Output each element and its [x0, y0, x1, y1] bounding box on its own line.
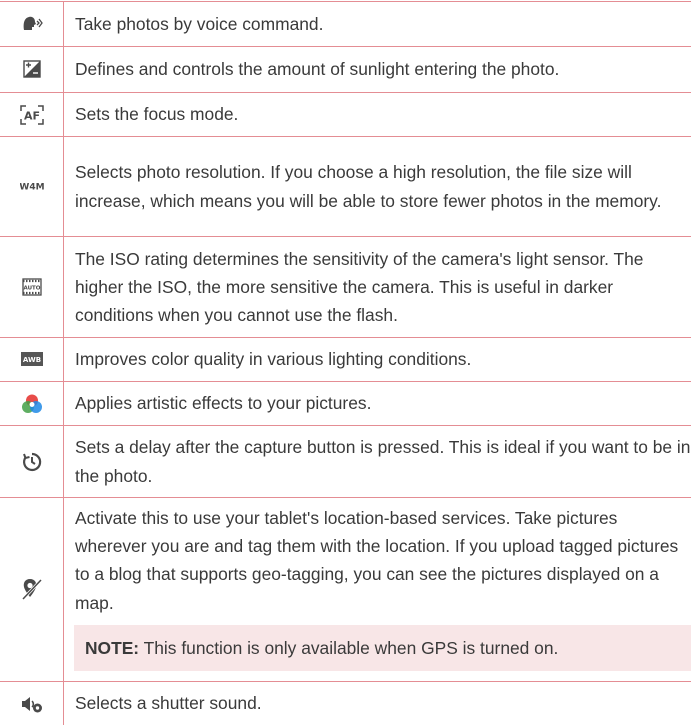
description-text: Sets the focus mode.: [75, 94, 691, 134]
table-row: Applies artistic effects to your picture…: [0, 382, 691, 426]
brightness-icon: [23, 60, 41, 78]
description-text: Take photos by voice command.: [75, 4, 691, 44]
description-text: Improves color quality in various lighti…: [75, 339, 691, 379]
timer-icon: [21, 451, 43, 473]
table-row: AF Sets the focus mode.: [0, 93, 691, 137]
icon-cell: AWB: [0, 338, 64, 382]
row-description: Selects a shutter sound.: [64, 681, 691, 725]
description-text: Sets a delay after the capture button is…: [75, 427, 691, 495]
geotag-off-icon: [21, 577, 43, 601]
svg-text:AWB: AWB: [22, 356, 40, 364]
note-text: This function is only available when GPS…: [144, 638, 559, 658]
shutter-sound-icon: [21, 694, 43, 714]
table-row: Defines and controls the amount of sunli…: [0, 47, 691, 93]
icon-cell: [0, 426, 64, 498]
white-balance-awb-icon: AWB: [21, 352, 43, 366]
icon-cell: W4M: [0, 137, 64, 237]
icon-cell: [0, 681, 64, 725]
voice-shutter-icon: [21, 14, 43, 34]
row-description: Take photos by voice command.: [64, 2, 691, 47]
row-description: Applies artistic effects to your picture…: [64, 382, 691, 426]
icon-cell: [0, 498, 64, 682]
table-row: Activate this to use your tablet's locat…: [0, 498, 691, 682]
row-description: Sets a delay after the capture button is…: [64, 426, 691, 498]
icon-cell: [0, 2, 64, 47]
focus-af-icon: AF: [20, 105, 44, 125]
table-row: Take photos by voice command.: [0, 2, 691, 47]
table-row: AUTO The ISO rating determines the sensi…: [0, 237, 691, 338]
icon-cell: AF: [0, 93, 64, 137]
description-text: The ISO rating determines the sensitivit…: [75, 239, 691, 336]
icon-cell: [0, 382, 64, 426]
description-text: Selects a shutter sound.: [75, 683, 691, 723]
note-label: NOTE:: [85, 638, 139, 658]
row-description: Improves color quality in various lighti…: [64, 338, 691, 382]
row-description: Selects photo resolution. If you choose …: [64, 137, 691, 237]
description-text: Selects photo resolution. If you choose …: [75, 152, 691, 220]
table-row: Sets a delay after the capture button is…: [0, 426, 691, 498]
row-description: Sets the focus mode.: [64, 93, 691, 137]
icon-cell: [0, 47, 64, 93]
description-text: Applies artistic effects to your picture…: [75, 383, 691, 423]
camera-settings-table: Take photos by voice command. Defines an…: [0, 1, 691, 725]
note-box: NOTE: This function is only available wh…: [74, 625, 691, 671]
table-row: Selects a shutter sound.: [0, 681, 691, 725]
svg-text:W4M: W4M: [20, 183, 44, 193]
row-description: The ISO rating determines the sensitivit…: [64, 237, 691, 338]
iso-icon: AUTO: [22, 278, 42, 296]
svg-text:AF: AF: [23, 109, 39, 122]
resolution-w4m-icon: W4M: [20, 180, 44, 192]
description-text: Activate this to use your tablet's locat…: [75, 498, 691, 621]
icon-cell: AUTO: [0, 237, 64, 338]
table-row: W4M Selects photo resolution. If you cho…: [0, 137, 691, 237]
row-description: Defines and controls the amount of sunli…: [64, 47, 691, 93]
table-row: AWB Improves color quality in various li…: [0, 338, 691, 382]
row-description: Activate this to use your tablet's locat…: [64, 498, 691, 682]
svg-text:AUTO: AUTO: [23, 285, 40, 291]
description-text: Defines and controls the amount of sunli…: [75, 49, 691, 89]
color-effect-icon: [21, 393, 43, 415]
